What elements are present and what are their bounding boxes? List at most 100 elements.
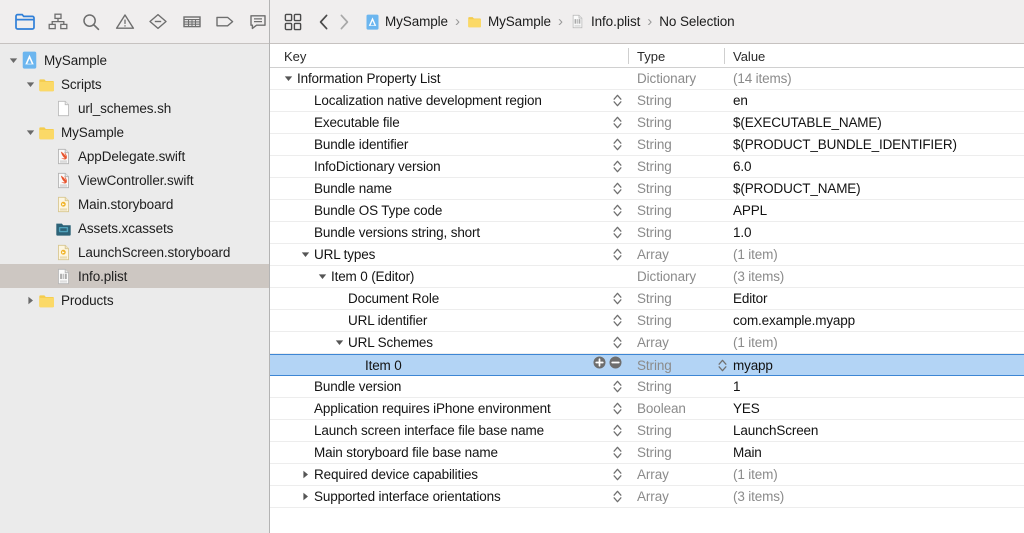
- row-type-cell[interactable]: String: [637, 156, 672, 177]
- row-type-cell[interactable]: Array: [637, 464, 669, 485]
- row-key-cell[interactable]: Bundle version: [301, 376, 401, 397]
- row-value-cell[interactable]: Main: [733, 442, 762, 463]
- file-tree-disclosure[interactable]: [6, 48, 20, 72]
- table-row[interactable]: URL types Array (1 item): [270, 244, 1024, 266]
- row-type-stepper[interactable]: [610, 332, 624, 353]
- file-tree-item[interactable]: MySample: [0, 120, 269, 144]
- project-file-tree[interactable]: MySample Scripts url_schemes.sh MySample App…: [0, 44, 269, 533]
- file-tree-item[interactable]: Products: [0, 288, 269, 312]
- row-value-cell[interactable]: Editor: [733, 288, 768, 309]
- breadcrumb-item[interactable]: MySample: [364, 14, 448, 30]
- row-type-cell[interactable]: String: [637, 288, 672, 309]
- file-tree-item[interactable]: Main.storyboard: [0, 192, 269, 216]
- table-row[interactable]: Main storyboard file base name String Main: [270, 442, 1024, 464]
- row-type-cell[interactable]: Boolean: [637, 398, 686, 419]
- row-add-remove-controls[interactable]: [593, 355, 622, 375]
- row-type-cell[interactable]: Array: [637, 244, 669, 265]
- column-divider-1[interactable]: [628, 48, 629, 64]
- row-value-cell[interactable]: $(PRODUCT_BUNDLE_IDENTIFIER): [733, 134, 957, 155]
- row-key-cell[interactable]: Executable file: [301, 112, 400, 133]
- source-control-navigator-tab[interactable]: [47, 11, 68, 33]
- table-row[interactable]: Localization native development region St…: [270, 90, 1024, 112]
- row-key-cell[interactable]: Item 0 (Editor): [318, 266, 414, 287]
- row-type-stepper[interactable]: [610, 90, 624, 111]
- row-value-cell[interactable]: (14 items): [733, 68, 792, 89]
- row-key-cell[interactable]: URL identifier: [335, 310, 427, 331]
- breadcrumb-item[interactable]: MySample: [467, 14, 551, 30]
- row-type-cell[interactable]: String: [637, 200, 672, 221]
- row-key-cell[interactable]: Supported interface orientations: [301, 486, 501, 507]
- row-disclosure[interactable]: [301, 464, 314, 485]
- table-row[interactable]: Bundle OS Type code String APPL: [270, 200, 1024, 222]
- table-row[interactable]: Launch screen interface file base name St…: [270, 420, 1024, 442]
- test-navigator-tab[interactable]: [148, 11, 169, 33]
- row-value-cell[interactable]: 6.0: [733, 156, 751, 177]
- navigate-forward-button[interactable]: [334, 11, 354, 33]
- breadcrumb[interactable]: MySample › MySample › Info.plist › No Selectio…: [364, 13, 735, 30]
- debug-navigator-tab[interactable]: [181, 11, 202, 33]
- file-tree-item[interactable]: AppDelegate.swift: [0, 144, 269, 168]
- row-value-cell[interactable]: YES: [733, 398, 760, 419]
- row-value-cell[interactable]: APPL: [733, 200, 767, 221]
- table-row[interactable]: Item 0 String myapp: [270, 354, 1024, 376]
- row-type-cell[interactable]: Array: [637, 332, 669, 353]
- row-value-cell[interactable]: (3 items): [733, 266, 784, 287]
- row-value-cell[interactable]: en: [733, 90, 748, 111]
- row-key-cell[interactable]: InfoDictionary version: [301, 156, 441, 177]
- row-value-cell[interactable]: (1 item): [733, 244, 778, 265]
- file-tree-item[interactable]: Assets.xcassets: [0, 216, 269, 240]
- table-row[interactable]: Executable file String $(EXECUTABLE_NAME): [270, 112, 1024, 134]
- table-row[interactable]: URL Schemes Array (1 item): [270, 332, 1024, 354]
- remove-item-button[interactable]: [609, 356, 622, 374]
- row-value-cell[interactable]: (3 items): [733, 486, 784, 507]
- row-type-cell[interactable]: String: [637, 420, 672, 441]
- project-navigator-tab[interactable]: [14, 11, 35, 33]
- file-tree-disclosure[interactable]: [23, 72, 37, 96]
- column-header-key[interactable]: Key: [284, 44, 306, 68]
- row-type-cell[interactable]: String: [637, 178, 672, 199]
- column-header-type[interactable]: Type: [637, 44, 665, 68]
- file-tree-item[interactable]: url_schemes.sh: [0, 96, 269, 120]
- row-key-cell[interactable]: Required device capabilities: [301, 464, 478, 485]
- row-value-cell[interactable]: com.example.myapp: [733, 310, 855, 331]
- column-divider-2[interactable]: [724, 48, 725, 64]
- file-tree-item[interactable]: LaunchScreen.storyboard: [0, 240, 269, 264]
- row-type-stepper[interactable]: [610, 310, 624, 331]
- row-type-cell[interactable]: Dictionary: [637, 266, 696, 287]
- row-type-cell[interactable]: String: [637, 355, 672, 375]
- row-disclosure[interactable]: [284, 68, 297, 89]
- row-key-cell[interactable]: Document Role: [335, 288, 439, 309]
- find-navigator-tab[interactable]: [81, 11, 102, 33]
- row-disclosure[interactable]: [301, 486, 314, 507]
- row-type-stepper[interactable]: [610, 442, 624, 463]
- row-type-stepper[interactable]: [610, 156, 624, 177]
- row-disclosure[interactable]: [301, 244, 314, 265]
- row-type-stepper[interactable]: [610, 288, 624, 309]
- row-type-cell[interactable]: String: [637, 442, 672, 463]
- row-type-cell[interactable]: Array: [637, 486, 669, 507]
- row-key-cell[interactable]: Bundle OS Type code: [301, 200, 442, 221]
- row-key-cell[interactable]: Main storyboard file base name: [301, 442, 498, 463]
- navigate-back-button[interactable]: [314, 11, 334, 33]
- row-type-stepper[interactable]: [610, 376, 624, 397]
- table-row[interactable]: Required device capabilities Array (1 item…: [270, 464, 1024, 486]
- breadcrumb-item[interactable]: Info.plist: [570, 14, 640, 30]
- row-type-stepper[interactable]: [715, 355, 729, 375]
- row-type-stepper[interactable]: [610, 112, 624, 133]
- row-key-cell[interactable]: Information Property List: [284, 68, 440, 89]
- row-disclosure[interactable]: [318, 266, 331, 287]
- add-item-button[interactable]: [593, 356, 606, 374]
- row-type-cell[interactable]: String: [637, 90, 672, 111]
- row-type-cell[interactable]: String: [637, 310, 672, 331]
- table-row[interactable]: Bundle name String $(PRODUCT_NAME): [270, 178, 1024, 200]
- row-key-cell[interactable]: Bundle name: [301, 178, 392, 199]
- row-type-stepper[interactable]: [610, 420, 624, 441]
- row-type-stepper[interactable]: [610, 486, 624, 507]
- row-key-cell[interactable]: Item 0: [352, 355, 402, 375]
- row-type-stepper[interactable]: [610, 200, 624, 221]
- row-value-cell[interactable]: 1: [733, 376, 741, 397]
- row-value-cell[interactable]: (1 item): [733, 332, 778, 353]
- table-row[interactable]: Application requires iPhone environment B…: [270, 398, 1024, 420]
- table-row[interactable]: Document Role String Editor: [270, 288, 1024, 310]
- row-value-cell[interactable]: LaunchScreen: [733, 420, 818, 441]
